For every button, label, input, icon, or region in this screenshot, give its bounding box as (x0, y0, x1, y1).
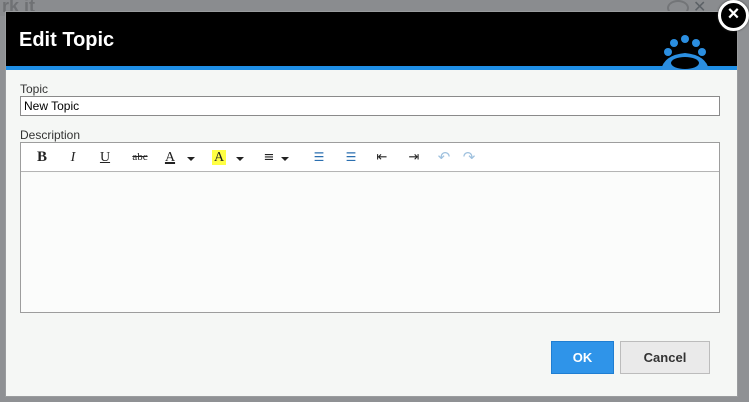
align-dropdown-icon[interactable] (281, 157, 289, 161)
outdent-button[interactable]: ⇤ (374, 148, 390, 167)
brand-logo-icon (661, 35, 709, 70)
numbered-list-button[interactable]: ☰ (343, 148, 359, 167)
ok-button[interactable]: OK (551, 341, 614, 374)
italic-button[interactable]: I (66, 148, 80, 167)
description-editor: B I U abc A A ≡ ☰ ☰ ⇤ ⇥ ↶ ↷ (20, 142, 720, 313)
highlight-color-swatch: A (211, 150, 227, 165)
titlebar-accent-line (6, 66, 737, 70)
cancel-button[interactable]: Cancel (620, 341, 710, 374)
bold-button[interactable]: B (34, 148, 50, 167)
strikethrough-button[interactable]: abc (128, 148, 152, 167)
description-text-area[interactable] (21, 173, 719, 312)
topic-input[interactable] (20, 96, 720, 116)
align-button[interactable]: ≡ (261, 148, 277, 167)
font-color-dropdown-icon[interactable] (187, 157, 195, 161)
indent-button[interactable]: ⇥ (406, 148, 422, 167)
undo-button[interactable]: ↶ (436, 148, 452, 167)
close-dialog-icon[interactable]: × (718, 0, 749, 31)
font-color-button[interactable]: A (163, 148, 177, 167)
highlight-color-button[interactable]: A (210, 148, 228, 167)
editor-toolbar: B I U abc A A ≡ ☰ ☰ ⇤ ⇥ ↶ ↷ (21, 143, 719, 172)
redo-button[interactable]: ↷ (461, 148, 477, 167)
dialog-title: Edit Topic (19, 29, 115, 51)
bulleted-list-button[interactable]: ☰ (311, 148, 327, 167)
edit-topic-dialog: Edit Topic Topic Description B I U abc A… (5, 11, 738, 397)
description-label: Description (20, 128, 81, 142)
dialog-titlebar: Edit Topic (6, 12, 737, 66)
underline-button[interactable]: U (97, 148, 113, 167)
topic-label: Topic (20, 82, 49, 96)
highlight-dropdown-icon[interactable] (236, 157, 244, 161)
